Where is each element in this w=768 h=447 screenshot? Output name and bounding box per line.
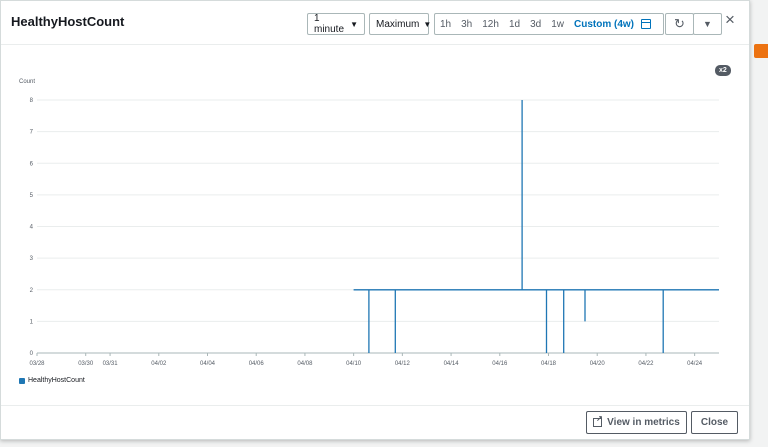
period-select[interactable]: 1 minute ▼ [307, 13, 365, 35]
view-in-metrics-button[interactable]: View in metrics [586, 411, 687, 434]
y-ticks: 0 1 2 3 4 5 6 7 8 [30, 98, 34, 357]
range-custom[interactable]: Custom (4w) [569, 19, 639, 30]
y-tick-label: 2 [30, 288, 34, 294]
background-panel [750, 0, 768, 447]
close-icon[interactable]: × [725, 11, 735, 28]
background-button [754, 44, 768, 58]
modal-title: HealthyHostCount [11, 14, 125, 29]
footer-divider [1, 405, 749, 406]
refresh-options-button[interactable]: ▼ [693, 13, 722, 35]
x-tick-label: 04/16 [492, 361, 508, 367]
range-1w[interactable]: 1w [546, 19, 569, 30]
metric-modal: HealthyHostCount 1 minute ▼ Maximum ▼ 1h… [0, 0, 750, 440]
y-tick-label: 0 [30, 351, 34, 357]
statistic-select[interactable]: Maximum ▼ [369, 13, 432, 35]
close-button[interactable]: Close [691, 411, 738, 434]
period-caret-icon: ▼ [350, 19, 358, 29]
range-12h[interactable]: 12h [477, 19, 504, 30]
view-in-metrics-label: View in metrics [607, 417, 680, 428]
x-tick-label: 04/12 [395, 361, 411, 367]
legend-swatch [19, 377, 25, 384]
modal-header: HealthyHostCount 1 minute ▼ Maximum ▼ 1h… [1, 1, 749, 45]
statistic-caret-icon: ▼ [423, 19, 432, 29]
x-tick-label: 04/22 [638, 361, 654, 367]
calendar-icon[interactable] [640, 19, 651, 29]
x-tick-label: 04/10 [346, 361, 362, 367]
y-tick-label: 4 [30, 225, 34, 231]
range-3d[interactable]: 3d [525, 19, 546, 30]
range-1h[interactable]: 1h [435, 19, 456, 30]
range-1d[interactable]: 1d [504, 19, 525, 30]
x-tick-label: 04/08 [297, 361, 313, 367]
background-footer [0, 439, 768, 447]
grid [37, 99, 719, 354]
legend-label: HealthyHostCount [28, 377, 85, 384]
statistic-value: Maximum [376, 18, 420, 30]
x-tick-label: 04/02 [151, 361, 167, 367]
x-tick-label: 03/30 [78, 361, 94, 367]
x-tick-label: 04/14 [444, 361, 460, 367]
chart: Count 0 1 2 3 4 5 6 7 8 03/28 03/30 03/31 04/02 04/0… [19, 79, 719, 367]
y-tick-label: 6 [30, 161, 34, 167]
close-button-label: Close [700, 417, 729, 428]
legend[interactable]: HealthyHostCount [19, 377, 85, 384]
y-tick-label: 8 [30, 98, 34, 104]
x-tick-label: 03/31 [103, 361, 119, 367]
x-tick-label: 04/04 [200, 361, 216, 367]
external-link-icon [593, 414, 603, 427]
refresh-button[interactable]: ↻ [665, 13, 694, 35]
x-tick-label: 04/06 [249, 361, 265, 367]
refresh-icon: ↻ [674, 16, 685, 31]
range-3h[interactable]: 3h [456, 19, 477, 30]
y-tick-label: 5 [30, 193, 34, 199]
time-range-selector: 1h 3h 12h 1d 3d 1w Custom (4w) [434, 13, 664, 35]
y-tick-label: 7 [30, 130, 34, 136]
x-tick-label: 04/18 [541, 361, 557, 367]
x-tick-label: 03/28 [29, 361, 45, 367]
y-tick-label: 1 [30, 319, 34, 325]
caret-down-icon: ▼ [703, 19, 712, 29]
y-tick-label: 3 [30, 256, 34, 262]
y-axis-label: Count [19, 79, 35, 85]
x-ticks: 03/28 03/30 03/31 04/02 04/04 04/06 04/08 04/10… [29, 353, 703, 367]
x-tick-label: 04/24 [687, 361, 703, 367]
x-tick-label: 04/20 [590, 361, 606, 367]
period-value: 1 minute [314, 13, 345, 35]
